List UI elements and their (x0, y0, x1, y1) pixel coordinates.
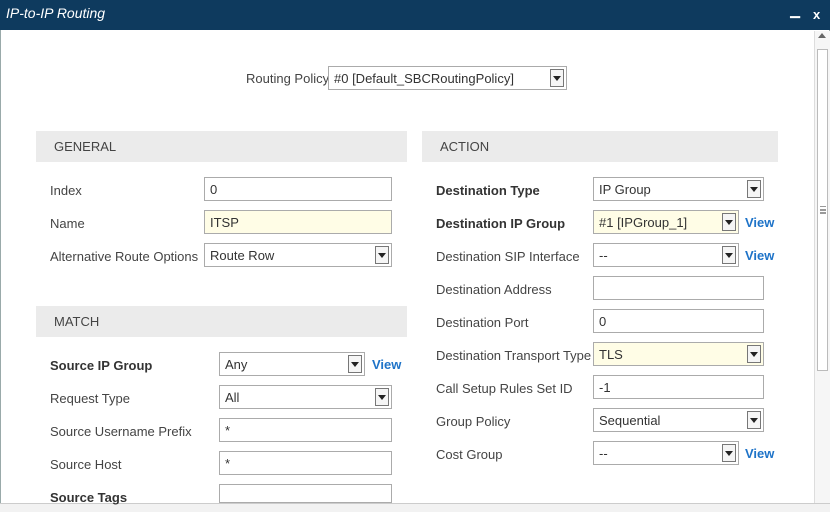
chevron-down-icon[interactable] (348, 355, 362, 373)
window-title: IP-to-IP Routing (6, 5, 106, 21)
dest-address-field[interactable] (593, 276, 764, 300)
source-tags-label: Source Tags (50, 490, 128, 505)
dest-address-label: Destination Address (436, 282, 552, 297)
dest-type-label: Destination Type (436, 183, 540, 198)
call-setup-rules-label: Call Setup Rules Set ID (436, 381, 573, 396)
dest-port-label: Destination Port (436, 315, 529, 330)
dest-type-value: IP Group (599, 182, 651, 197)
source-ip-group-label: Source IP Group (50, 358, 153, 373)
dest-sip-interface-label: Destination SIP Interface (436, 249, 580, 264)
dest-transport-select[interactable]: TLS (593, 342, 764, 366)
source-ip-group-select[interactable]: Any (219, 352, 365, 376)
vertical-scrollbar[interactable] (814, 31, 830, 503)
close-icon[interactable]: x (813, 7, 820, 22)
minimize-icon[interactable]: ▁ (790, 3, 800, 19)
chevron-down-icon[interactable] (747, 411, 761, 429)
alt-route-value: Route Row (210, 248, 275, 263)
dest-ip-group-view-link[interactable]: View (745, 215, 774, 230)
routing-policy-select[interactable]: #0 [Default_SBCRoutingPolicy] (328, 66, 567, 90)
group-policy-select[interactable]: Sequential (593, 408, 764, 432)
action-heading: ACTION (440, 139, 490, 154)
index-value: 0 (210, 182, 218, 197)
routing-policy-label: Routing Policy (246, 71, 330, 86)
name-value: ITSP (210, 215, 239, 230)
dest-sip-interface-value: -- (599, 248, 608, 263)
action-section-header: ACTION (422, 131, 778, 162)
cost-group-view-link[interactable]: View (745, 446, 774, 461)
scroll-thumb[interactable] (817, 49, 828, 371)
source-tags-field[interactable] (219, 484, 392, 503)
source-host-value: * (225, 456, 231, 471)
request-type-value: All (225, 390, 240, 405)
index-label: Index (50, 183, 82, 198)
chevron-down-icon[interactable] (375, 246, 389, 264)
dest-type-select[interactable]: IP Group (593, 177, 764, 201)
dest-port-value: 0 (599, 314, 607, 329)
source-host-field[interactable]: * (219, 451, 392, 475)
source-ip-group-view-link[interactable]: View (372, 357, 401, 372)
request-type-label: Request Type (50, 391, 130, 406)
cost-group-label: Cost Group (436, 447, 503, 462)
index-field[interactable]: 0 (204, 177, 392, 201)
name-label: Name (50, 216, 85, 231)
scroll-up-arrow-icon[interactable] (818, 33, 826, 38)
dest-port-field[interactable]: 0 (593, 309, 764, 333)
dest-transport-value: TLS (599, 347, 623, 362)
routing-policy-value: #0 [Default_SBCRoutingPolicy] (334, 71, 514, 86)
source-ip-group-value: Any (225, 357, 248, 372)
call-setup-rules-field[interactable]: -1 (593, 375, 764, 399)
chevron-down-icon[interactable] (747, 345, 761, 363)
group-policy-value: Sequential (599, 413, 661, 428)
source-host-label: Source Host (50, 457, 122, 472)
name-field[interactable]: ITSP (204, 210, 392, 234)
general-section-header: GENERAL (36, 131, 407, 162)
group-policy-label: Group Policy (436, 414, 511, 429)
call-setup-rules-value: -1 (599, 380, 611, 395)
chevron-down-icon[interactable] (722, 444, 736, 462)
cost-group-select[interactable]: -- (593, 441, 739, 465)
chevron-down-icon[interactable] (722, 246, 736, 264)
alt-route-select[interactable]: Route Row (204, 243, 392, 267)
source-username-prefix-value: * (225, 423, 231, 438)
dest-transport-label: Destination Transport Type (436, 348, 592, 363)
dest-sip-interface-view-link[interactable]: View (745, 248, 774, 263)
dest-ip-group-value: #1 [IPGroup_1] (599, 215, 688, 230)
dest-sip-interface-select[interactable]: -- (593, 243, 739, 267)
chevron-down-icon[interactable] (550, 69, 564, 87)
chevron-down-icon[interactable] (722, 213, 736, 231)
chevron-down-icon[interactable] (747, 180, 761, 198)
cost-group-value: -- (599, 446, 608, 461)
source-username-prefix-label: Source Username Prefix (50, 424, 192, 439)
request-type-select[interactable]: All (219, 385, 392, 409)
dest-ip-group-select[interactable]: #1 [IPGroup_1] (593, 210, 739, 234)
scroll-grip-icon (820, 206, 826, 208)
alt-route-label: Alternative Route Options (50, 249, 199, 264)
source-username-prefix-field[interactable]: * (219, 418, 392, 442)
dest-ip-group-label: Destination IP Group (436, 216, 566, 231)
match-section-header: MATCH (36, 306, 407, 337)
general-heading: GENERAL (54, 139, 117, 154)
window-titlebar: IP-to-IP Routing ▁ x (0, 0, 830, 30)
chevron-down-icon[interactable] (375, 388, 389, 406)
match-heading: MATCH (54, 314, 100, 329)
